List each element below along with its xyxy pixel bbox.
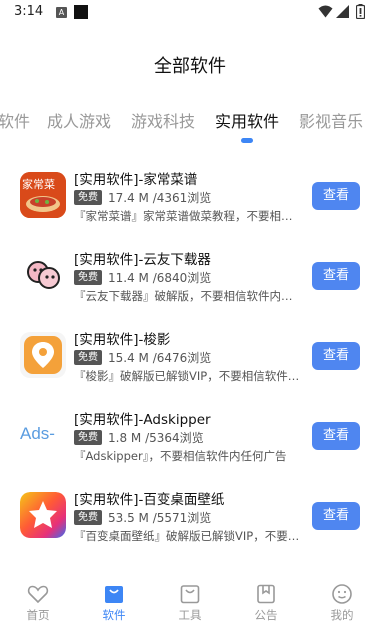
nav-announcements-label: 公告 [254, 608, 278, 622]
bottom-navigation: 首页 软件 工具 公告 我的 [0, 578, 380, 640]
status-time: 3:14 [14, 4, 44, 19]
notification-square-icon [74, 5, 88, 19]
free-badge: 免费 [74, 270, 102, 285]
app-description: 『家常菜谱』家常菜谱做菜教程，不要相信软件内任何广告 [74, 209, 302, 223]
heart-icon [27, 585, 49, 604]
list-item[interactable]: 家常菜 [实用软件]-家常菜谱 免费 17.4 M /4361浏览 『家常菜谱』家… [0, 158, 380, 234]
notification-a-icon: A [56, 7, 67, 18]
app-stats: 53.5 M /5571浏览 [108, 511, 212, 525]
app-name: [实用软件]-梭影 [74, 332, 171, 348]
app-description: 『云友下载器』破解版，不要相信软件内任何广告 [74, 289, 302, 303]
app-meta: 免费 11.4 M /6840浏览 [74, 269, 211, 286]
tab-utility-software[interactable]: 实用软件 [215, 108, 279, 132]
nav-home[interactable]: 首页 [8, 582, 68, 623]
app-stats: 17.4 M /4361浏览 [108, 191, 212, 205]
nav-home-label: 首页 [26, 608, 50, 622]
smile-icon [332, 584, 352, 604]
list-item[interactable]: [实用软件]-百变桌面壁纸 免费 53.5 M /5571浏览 『百变桌面壁纸』破… [0, 478, 380, 554]
view-button[interactable]: 查看 [312, 502, 360, 530]
app-name: [实用软件]-家常菜谱 [74, 172, 198, 188]
app-description: 『梭影』破解版已解锁VIP，不要相信软件内任何广告 [74, 369, 302, 383]
recipe-app-icon: 家常菜 [20, 172, 66, 218]
downloader-app-icon [20, 252, 66, 298]
list-item[interactable]: Ads- [实用软件]-Adskipper 免费 1.8 M /5364浏览 『A… [0, 398, 380, 474]
status-bar: 3:14 A [0, 0, 380, 24]
list-item[interactable]: [实用软件]-梭影 免费 15.4 M /6476浏览 『梭影』破解版已解锁VIP… [0, 318, 380, 394]
wallpaper-app-icon [20, 492, 66, 538]
app-stats: 11.4 M /6840浏览 [108, 271, 212, 285]
battery-icon [356, 4, 365, 19]
recipe-app-icon-text: 家常菜 [22, 178, 55, 191]
signal-icon [336, 5, 349, 18]
app-stats: 1.8 M /5364浏览 [108, 431, 204, 445]
app-description: 『百变桌面壁纸』破解版已解锁VIP，不要相信软件内任何广告 [74, 529, 302, 543]
view-button[interactable]: 查看 [312, 262, 360, 290]
page-title: 全部软件 [154, 56, 226, 77]
category-tabs: 软件 成人游戏 游戏科技 实用软件 影视音乐 [0, 108, 380, 142]
free-badge: 免费 [74, 430, 102, 445]
free-badge: 免费 [74, 190, 102, 205]
location-pin-app-icon [20, 332, 66, 378]
app-name: [实用软件]-Adskipper [74, 412, 211, 428]
app-stats: 15.4 M /6476浏览 [108, 351, 212, 365]
nav-tools-label: 工具 [178, 608, 202, 622]
active-tab-indicator [241, 138, 253, 143]
view-button[interactable]: 查看 [312, 182, 360, 210]
bookmark-icon [257, 584, 275, 604]
free-badge: 免费 [74, 350, 102, 365]
bag-outline-icon [180, 585, 200, 604]
nav-announcements[interactable]: 公告 [236, 582, 296, 623]
view-button[interactable]: 查看 [312, 342, 360, 370]
nav-software[interactable]: 软件 [84, 582, 144, 623]
tab-software[interactable]: 软件 [0, 108, 30, 132]
app-meta: 免费 17.4 M /4361浏览 [74, 189, 211, 206]
view-button[interactable]: 查看 [312, 422, 360, 450]
app-meta: 免费 15.4 M /6476浏览 [74, 349, 211, 366]
wifi-icon [318, 5, 333, 18]
tab-adult-games[interactable]: 成人游戏 [47, 108, 111, 132]
free-badge: 免费 [74, 510, 102, 525]
tab-video-music[interactable]: 影视音乐 [299, 108, 363, 132]
app-description: 『Adskipper』，不要相信软件内任何广告 [74, 449, 287, 463]
app-name: [实用软件]-云友下载器 [74, 252, 211, 268]
bag-icon [105, 586, 123, 603]
adskipper-app-icon-text: Ads- [20, 424, 55, 443]
app-meta: 免费 53.5 M /5571浏览 [74, 509, 211, 526]
nav-profile[interactable]: 我的 [312, 582, 372, 623]
nav-tools[interactable]: 工具 [160, 582, 220, 623]
adskipper-app-icon: Ads- [20, 412, 66, 458]
nav-profile-label: 我的 [330, 608, 354, 622]
nav-software-label: 软件 [102, 608, 126, 622]
list-item[interactable]: [实用软件]-云友下载器 免费 11.4 M /6840浏览 『云友下载器』破解版… [0, 238, 380, 314]
app-meta: 免费 1.8 M /5364浏览 [74, 429, 204, 446]
app-name: [实用软件]-百变桌面壁纸 [74, 492, 225, 508]
tab-game-tech[interactable]: 游戏科技 [131, 108, 195, 132]
